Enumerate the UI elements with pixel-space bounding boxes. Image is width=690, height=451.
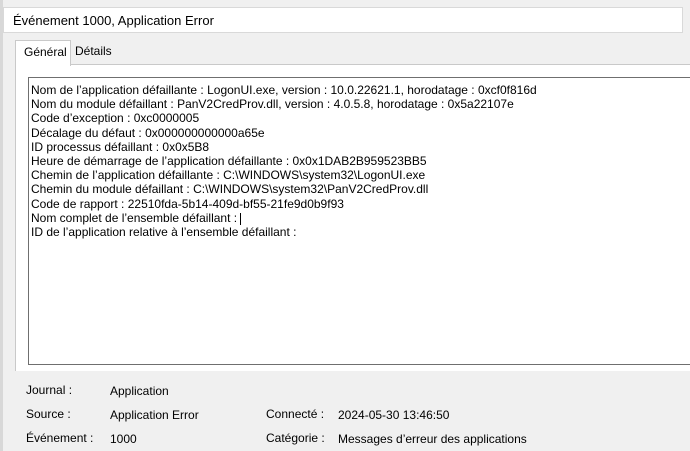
description-line: ID processus défaillant : 0x0x5B8 [31, 139, 210, 154]
categorie-value: Messages d’erreur des applications [338, 432, 527, 446]
connecte-value: 2024-05-30 13:46:50 [338, 408, 450, 422]
event-title: Événement 1000, Application Error [13, 13, 214, 28]
description-line: Code de rapport : 22510fda-5b14-409d-bf5… [31, 196, 344, 211]
source-label: Source : [26, 407, 71, 421]
text-caret [240, 212, 242, 225]
journal-label: Journal : [26, 383, 73, 397]
description-line: Chemin du module défaillant : C:\WINDOWS… [31, 182, 429, 197]
tab-general[interactable]: Général [15, 40, 71, 66]
description-line: Code d’exception : 0xc0000005 [31, 111, 200, 126]
window-edge [0, 0, 3, 451]
event-properties-window: Événement 1000, Application Error Généra… [0, 0, 690, 451]
description-line: Nom de l’application défaillante : Logon… [31, 83, 537, 97]
categorie-label: Catégorie : [266, 431, 325, 445]
journal-value: Application [110, 384, 169, 398]
evenement-label: Événement : [26, 431, 94, 445]
description-line: Décalage du défaut : 0x000000000000a65e [31, 125, 265, 140]
tab-strip: Général Détails [3, 40, 690, 66]
description-line: Chemin de l’application défaillante : C:… [31, 168, 426, 183]
description-line: Nom du module défaillant : PanV2CredProv… [31, 97, 514, 112]
connecte-label: Connecté : [266, 407, 325, 421]
description-line: Heure de démarrage de l’application défa… [31, 153, 427, 168]
evenement-value: 1000 [110, 432, 137, 446]
description-line-text: Nom complet de l’ensemble défaillant : [31, 210, 238, 225]
tab-details[interactable]: Détails [73, 40, 123, 64]
event-title-bar: Événement 1000, Application Error [3, 7, 683, 33]
description-line-with-caret: Nom complet de l’ensemble défaillant : [31, 211, 690, 225]
source-value: Application Error [110, 408, 199, 422]
event-description-textbox[interactable]: Nom de l’application défaillante : Logon… [28, 77, 690, 365]
description-line: ID de l’application relative à l’ensembl… [31, 224, 297, 239]
